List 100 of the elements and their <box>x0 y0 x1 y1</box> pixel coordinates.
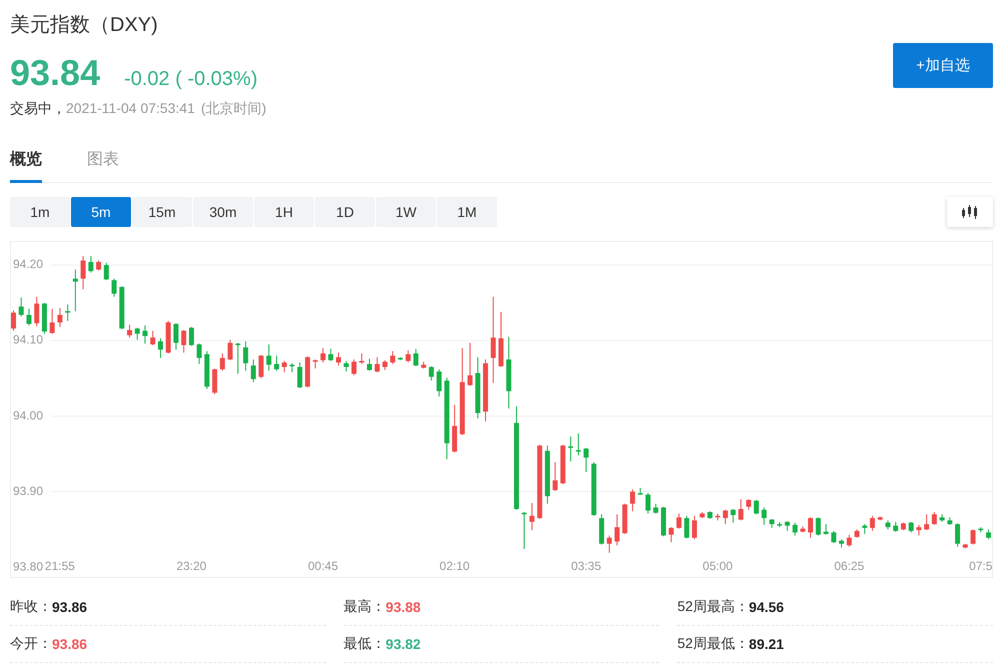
stat-value: 93.86 <box>52 599 88 615</box>
candlestick <box>436 368 442 397</box>
stat-label: 52周最高： <box>677 598 749 616</box>
timezone-note: (北京时间) <box>200 99 266 117</box>
candlestick <box>174 322 178 350</box>
candlestick <box>955 522 960 548</box>
y-axis-label: 94.00 <box>13 408 44 422</box>
interval-tab[interactable]: 5m <box>71 197 131 227</box>
interval-tab[interactable]: 1m <box>10 197 70 227</box>
candlestick <box>483 358 488 422</box>
candlestick <box>158 338 164 358</box>
stat-value: 93.82 <box>386 636 421 652</box>
candlestick <box>746 498 752 510</box>
chart-type-button[interactable] <box>947 197 993 227</box>
candlestick <box>498 311 504 368</box>
candlestick <box>568 436 574 462</box>
x-axis-label: 23:20 <box>176 559 206 574</box>
candlestick <box>26 308 32 326</box>
candlestick <box>522 512 527 550</box>
y-axis-label: 93.80 <box>13 559 44 574</box>
candlestick <box>878 516 883 521</box>
candlestick <box>816 516 821 536</box>
price-value: 93.84 <box>10 51 100 95</box>
candlestick <box>792 522 798 536</box>
candlestick <box>166 320 171 354</box>
x-axis-label: 05:00 <box>702 559 733 574</box>
candlestick <box>560 444 566 485</box>
interval-tab[interactable]: 1W <box>376 197 436 227</box>
candlestick <box>134 327 140 340</box>
candlestick <box>88 255 94 274</box>
candlestick <box>282 360 287 373</box>
candlestick <box>297 362 302 389</box>
candlestick <box>606 534 612 554</box>
stat-label: 最低： <box>344 635 386 653</box>
candlestick <box>800 526 806 533</box>
candlestick <box>646 492 651 514</box>
candlestick <box>266 344 272 372</box>
interval-tab[interactable]: 15m <box>132 197 192 227</box>
candlestick <box>34 296 40 327</box>
interval-tab[interactable]: 1D <box>315 197 375 227</box>
x-axis-label: 03:35 <box>571 559 602 574</box>
candlestick <box>846 534 852 548</box>
candlestick <box>398 356 403 361</box>
candlestick <box>808 516 814 538</box>
candlestick <box>653 503 658 514</box>
candlestick <box>42 302 47 334</box>
candlestick <box>366 358 372 372</box>
candlestick <box>986 528 991 540</box>
candlestick <box>885 520 890 530</box>
candlestick <box>421 361 426 370</box>
candlestick <box>544 445 550 504</box>
candlestick <box>413 348 418 367</box>
candlestick <box>730 508 736 524</box>
price-change: -0.02 ( -0.03%) <box>124 67 258 92</box>
candlestick <box>305 356 310 388</box>
candlestick <box>96 260 102 271</box>
candlestick <box>243 340 248 372</box>
candlestick <box>428 366 434 382</box>
stat-value: 89.21 <box>748 636 784 652</box>
candlestick <box>112 278 117 298</box>
trading-status: 交易中， <box>10 99 66 117</box>
stat-label: 昨收： <box>10 598 52 616</box>
candlestick <box>932 512 937 526</box>
candlestick <box>552 462 558 492</box>
candlestick <box>870 515 875 532</box>
candlestick <box>908 521 914 533</box>
add-to-watchlist-button[interactable]: +加自选 <box>893 43 993 88</box>
candlestick <box>622 503 628 534</box>
x-axis-label: 21:55 <box>44 559 75 574</box>
candlestick <box>831 530 836 544</box>
x-axis-label: 07:5 <box>969 559 992 574</box>
interval-tab[interactable]: 1M <box>437 197 497 227</box>
candlestick <box>940 514 945 522</box>
tab[interactable]: 概览 <box>10 146 42 183</box>
candlestick <box>947 516 952 526</box>
interval-tab[interactable]: 1H <box>254 197 314 227</box>
stat-value: 93.88 <box>386 599 421 615</box>
candlestick <box>970 528 976 546</box>
candlestick <box>18 297 24 317</box>
candlestick <box>700 512 705 519</box>
candlestick <box>220 352 225 372</box>
interval-tab[interactable]: 30m <box>193 197 253 227</box>
timestamp: 2021-11-04 07:53:41 <box>66 99 195 117</box>
candlestick <box>576 432 581 456</box>
stat-value: 93.86 <box>52 636 88 652</box>
candlestick <box>196 343 202 364</box>
candlestick <box>204 350 210 390</box>
candlestick <box>824 524 828 536</box>
candlestick <box>599 514 604 546</box>
candlestick <box>668 526 674 543</box>
x-axis-label: 02:10 <box>440 559 470 574</box>
stat-value: 94.56 <box>748 599 784 615</box>
candlestick <box>769 518 774 528</box>
candlestick <box>80 255 86 290</box>
candlestick <box>529 502 534 531</box>
y-axis-label: 93.90 <box>13 484 44 498</box>
candlestick <box>374 356 380 373</box>
candlestick <box>707 510 712 520</box>
candlestick <box>235 342 240 374</box>
candlestick <box>406 350 411 363</box>
